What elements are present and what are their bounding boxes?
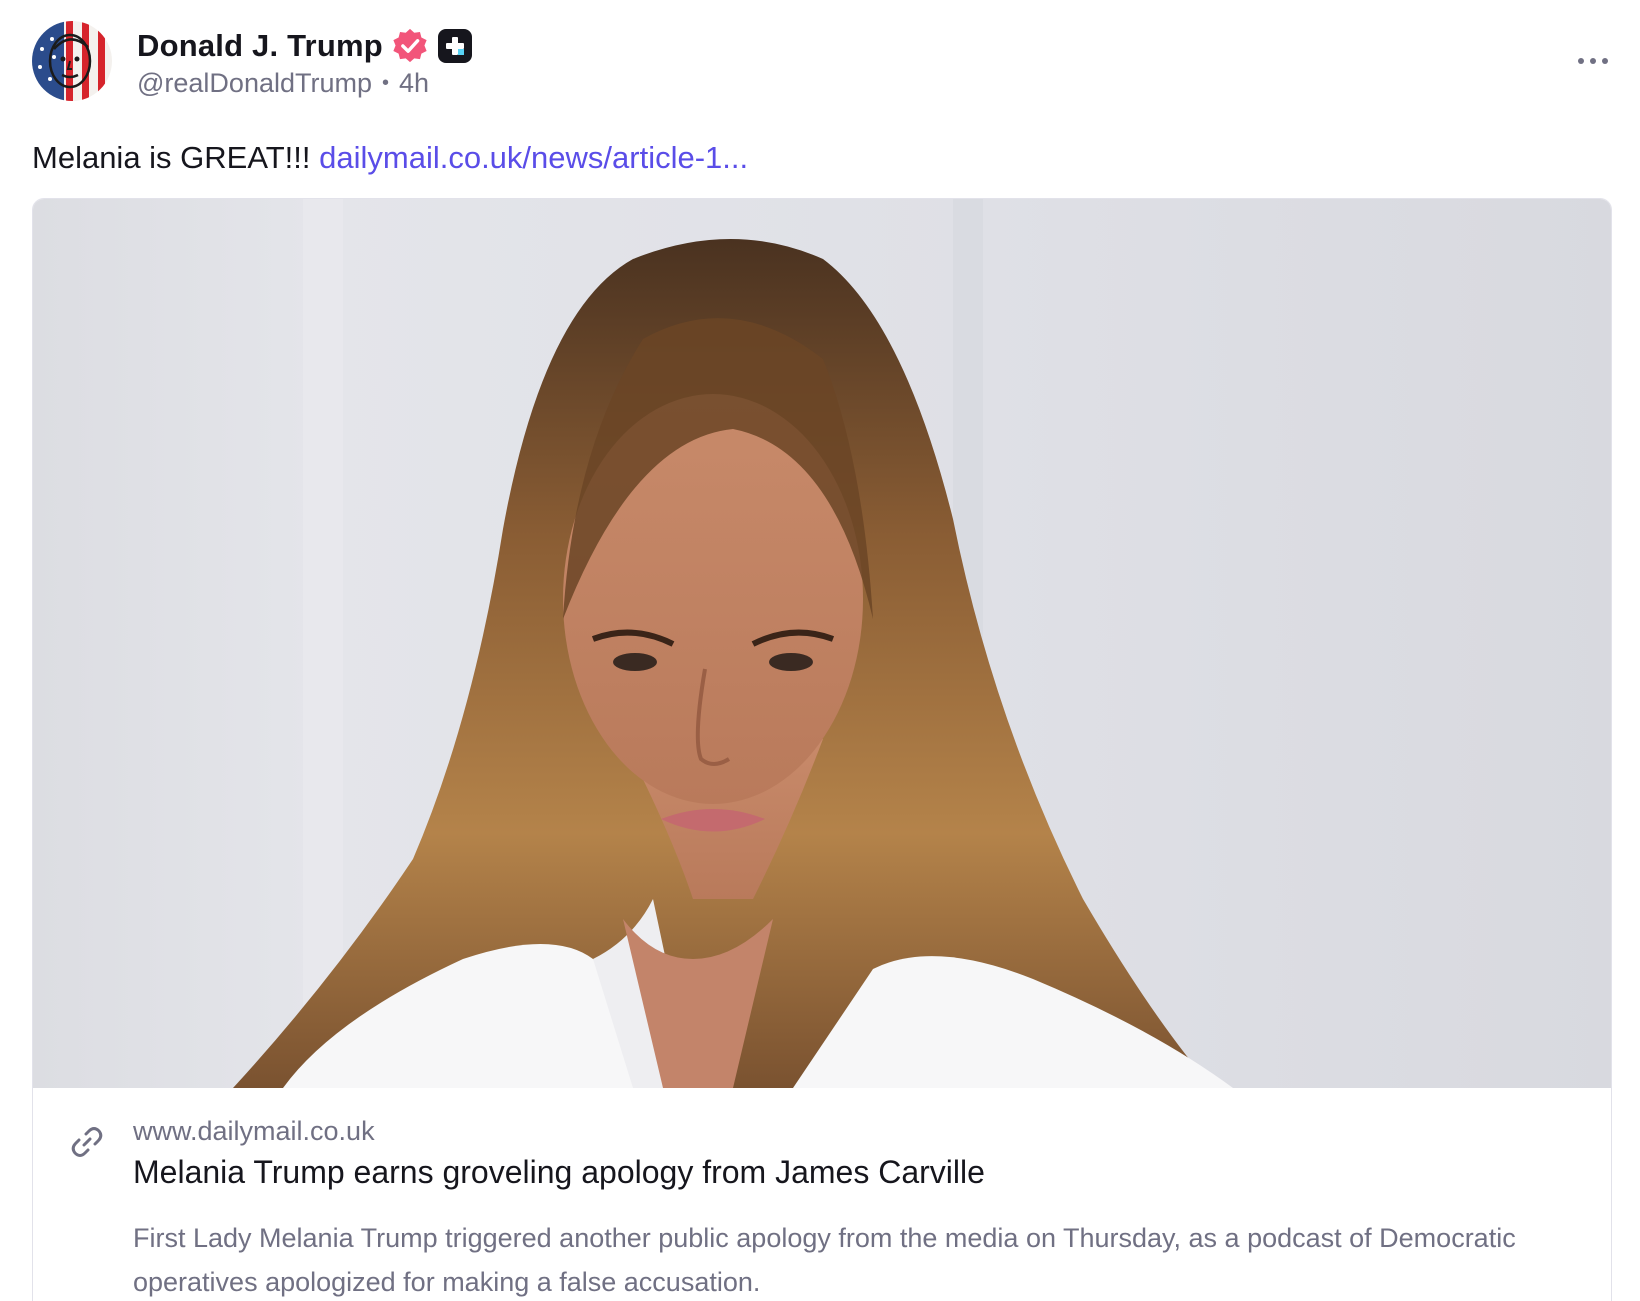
author-name-row: Donald J. Trump	[137, 24, 473, 68]
display-name[interactable]: Donald J. Trump	[137, 28, 383, 64]
avatar[interactable]	[32, 21, 112, 101]
link-icon	[71, 1127, 103, 1157]
card-description: First Lady Melania Trump triggered anoth…	[133, 1223, 1516, 1297]
post-body: Melania is GREAT!!!	[32, 140, 320, 175]
post-link[interactable]: dailymail.co.uk/news/article-1...	[319, 140, 748, 175]
more-dot-icon	[1590, 58, 1596, 64]
verified-icon	[393, 28, 427, 63]
more-options-button[interactable]	[1566, 44, 1620, 78]
author-meta: @realDonaldTrump • 4h	[137, 68, 429, 99]
card-title[interactable]: Melania Trump earns groveling apology fr…	[133, 1154, 985, 1191]
more-dot-icon	[1602, 58, 1608, 64]
post-text: Melania is GREAT!!! dailymail.co.uk/news…	[32, 140, 748, 176]
meta-separator: •	[382, 72, 390, 94]
card-domain: www.dailymail.co.uk	[133, 1116, 375, 1146]
link-preview-card[interactable]: www.dailymail.co.uk Melania Trump earns …	[32, 198, 1612, 1301]
more-dot-icon	[1578, 58, 1584, 64]
portrait-photo[interactable]	[33, 199, 1612, 1088]
card-body: www.dailymail.co.uk Melania Trump earns …	[33, 1088, 1611, 1301]
post: Donald J. Trump @realDonaldTrump • 4h Me…	[0, 0, 1640, 1301]
flag-portrait-avatar-icon	[32, 21, 112, 101]
handle[interactable]: @realDonaldTrump	[137, 68, 372, 99]
plus-badge-icon	[437, 29, 472, 63]
timestamp[interactable]: 4h	[399, 68, 429, 99]
